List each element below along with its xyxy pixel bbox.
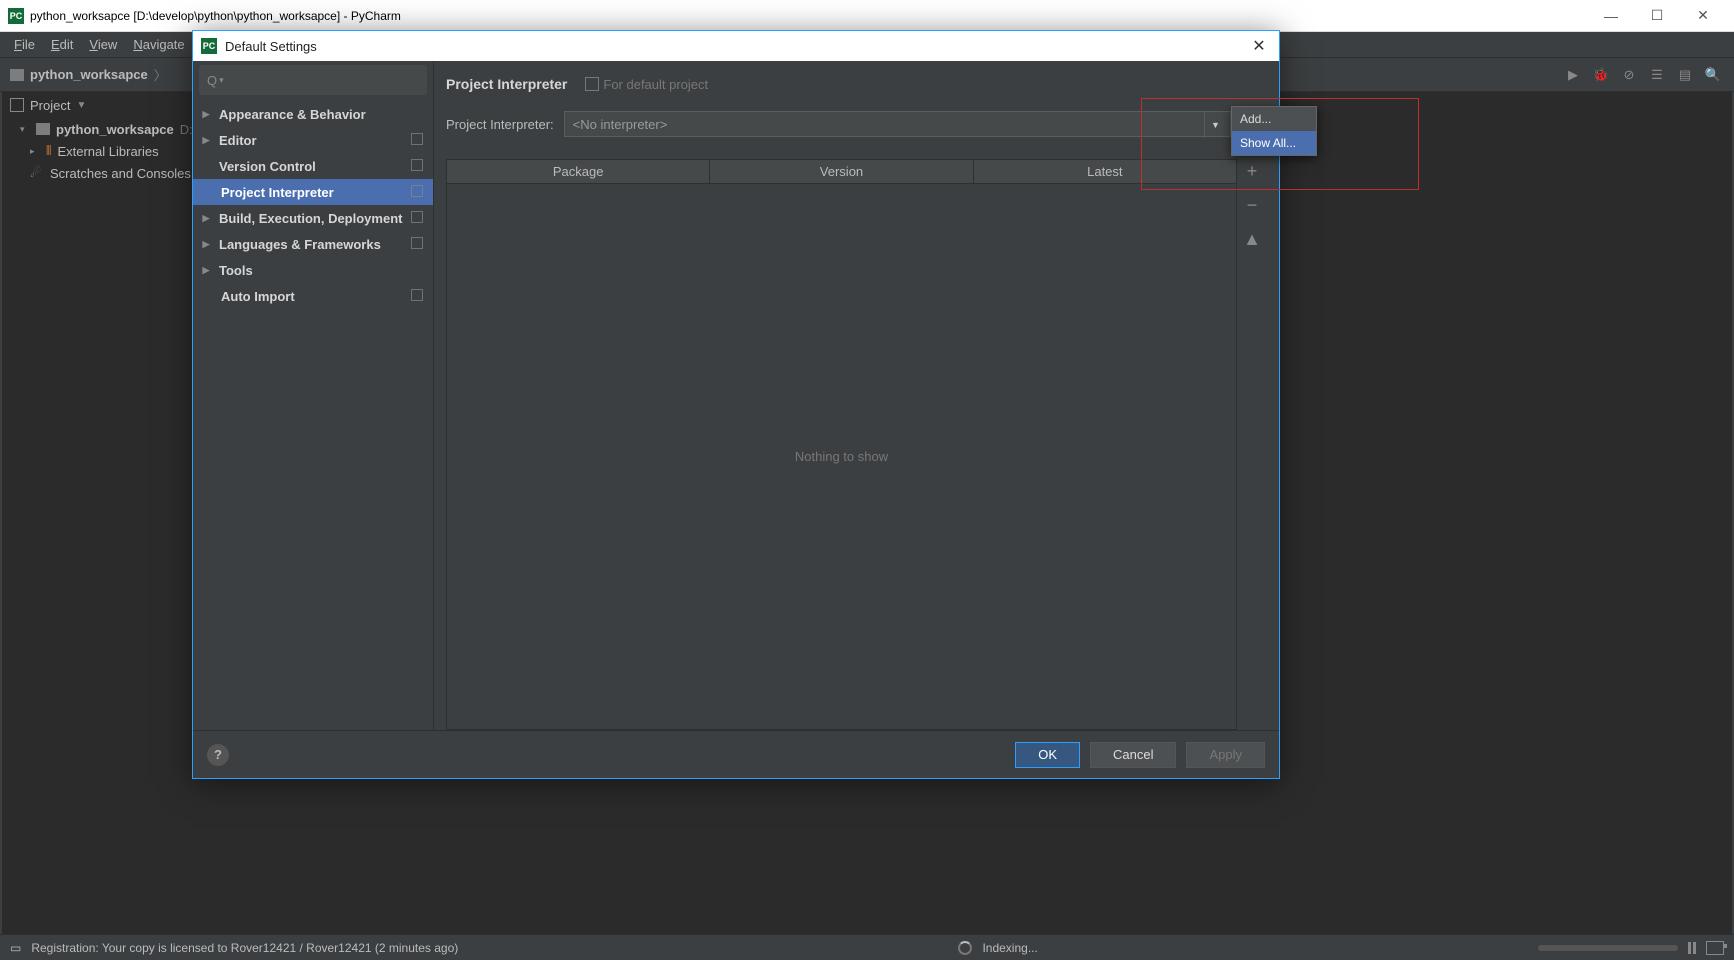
progress-track	[1538, 945, 1678, 951]
help-button[interactable]: ?	[207, 744, 229, 766]
project-root[interactable]: ▾ python_worksapce D:\	[2, 118, 212, 140]
packages-table: Package Version Latest Nothing to show	[446, 159, 1237, 730]
cancel-button[interactable]: Cancel	[1090, 742, 1176, 768]
folder-icon	[36, 123, 50, 135]
window-titlebar: PC python_worksapce [D:\develop\python\p…	[0, 0, 1734, 32]
statusbar-text-icon[interactable]: ▭	[10, 941, 21, 955]
dialog-footer: ? OK Cancel Apply	[193, 730, 1279, 778]
breadcrumb-label: python_worksapce	[30, 67, 148, 82]
copy-icon	[411, 237, 423, 249]
external-libraries[interactable]: ▸ ⫴ External Libraries	[2, 140, 212, 162]
chevron-right-icon: ▶	[201, 265, 211, 276]
chevron-right-icon: 〉	[154, 65, 167, 84]
gear-menu-add[interactable]: Add...	[1232, 107, 1316, 131]
layout2-icon[interactable]: ▤	[1674, 64, 1696, 86]
project-tree: ▾ python_worksapce D:\ ▸ ⫴ External Libr…	[2, 118, 212, 184]
col-latest[interactable]: Latest	[974, 160, 1236, 183]
status-bar: ▭ Registration: Your copy is licensed to…	[0, 934, 1734, 960]
settings-content: Project Interpreter For default project …	[434, 61, 1279, 730]
library-icon: ⫴	[46, 143, 51, 159]
breadcrumb[interactable]: python_worksapce 〉	[10, 65, 167, 84]
reset-icon[interactable]	[585, 77, 599, 91]
settings-tools[interactable]: ▶Tools	[193, 257, 433, 283]
settings-project-interpreter[interactable]: Project Interpreter	[193, 179, 433, 205]
run-icon[interactable]: ▶	[1562, 64, 1584, 86]
project-root-label: python_worksapce	[56, 122, 174, 137]
minimize-button[interactable]: —	[1588, 0, 1634, 32]
packages-empty: Nothing to show	[447, 184, 1236, 729]
menu-view[interactable]: View	[81, 34, 125, 55]
scratch-icon: ☄	[30, 165, 44, 181]
menu-edit[interactable]: Edit	[43, 34, 81, 55]
project-tool-header[interactable]: Project ▼	[2, 92, 188, 118]
chevron-right-icon: ▶	[201, 135, 211, 146]
pycharm-icon: PC	[201, 38, 217, 54]
memory-indicator-icon[interactable]	[1706, 941, 1724, 955]
pause-button[interactable]	[1688, 942, 1696, 954]
interpreter-value: <No interpreter>	[573, 117, 668, 132]
settings-auto-import[interactable]: Auto Import	[193, 283, 433, 309]
copy-icon	[411, 159, 423, 171]
interpreter-select[interactable]: <No interpreter> ▼	[564, 111, 1231, 137]
search-everywhere-icon[interactable]: 🔍	[1702, 64, 1724, 86]
folder-icon	[10, 69, 24, 81]
project-tool-label: Project	[30, 98, 70, 113]
col-version[interactable]: Version	[710, 160, 973, 183]
scratches-consoles[interactable]: ☄ Scratches and Consoles	[2, 162, 212, 184]
gear-menu-show-all[interactable]: Show All...	[1232, 131, 1316, 155]
menu-file[interactable]: File	[6, 34, 43, 55]
chevron-down-icon[interactable]: ▼	[76, 100, 86, 111]
dialog-title: Default Settings	[225, 39, 1247, 54]
maximize-button[interactable]: ☐	[1634, 0, 1680, 32]
packages-side-toolbar: + − ▲	[1237, 159, 1267, 730]
menu-navigate[interactable]: Navigate	[125, 34, 192, 55]
chevron-right-icon: ▸	[30, 146, 40, 157]
content-title: Project Interpreter	[446, 76, 567, 92]
dialog-close-button[interactable]: ✕	[1247, 34, 1271, 58]
close-button[interactable]: ✕	[1680, 0, 1726, 32]
settings-sidebar: Q▾ ▶Appearance & Behavior ▶Editor Versio…	[193, 61, 434, 730]
settings-build[interactable]: ▶Build, Execution, Deployment	[193, 205, 433, 231]
dialog-titlebar: PC Default Settings ✕	[193, 31, 1279, 61]
copy-icon	[411, 289, 423, 301]
status-registration: Registration: Your copy is licensed to R…	[31, 941, 458, 955]
interpreter-label: Project Interpreter:	[446, 117, 554, 132]
chevron-right-icon: ▶	[201, 239, 211, 250]
project-tool-icon	[10, 98, 24, 112]
external-libraries-label: External Libraries	[57, 144, 158, 159]
pycharm-icon: PC	[8, 8, 24, 24]
settings-search[interactable]: Q▾	[199, 65, 427, 95]
spinner-icon	[958, 941, 972, 955]
interpreter-gear-menu: Add... Show All...	[1231, 106, 1317, 156]
ok-button[interactable]: OK	[1015, 742, 1080, 768]
chevron-down-icon: ▾	[219, 75, 224, 86]
layout-icon[interactable]: ☰	[1646, 64, 1668, 86]
status-indexing: Indexing...	[982, 941, 1037, 955]
copy-icon	[411, 133, 423, 145]
chevron-down-icon[interactable]: ▼	[1204, 112, 1226, 138]
apply-button[interactable]: Apply	[1186, 742, 1265, 768]
window-title: python_worksapce [D:\develop\python\pyth…	[30, 9, 1588, 23]
search-icon: Q	[207, 73, 217, 88]
settings-editor[interactable]: ▶Editor	[193, 127, 433, 153]
chevron-down-icon: ▾	[20, 124, 30, 135]
default-settings-dialog: PC Default Settings ✕ Q▾ ▶Appearance & B…	[192, 30, 1280, 779]
copy-icon	[411, 211, 423, 223]
window-controls: — ☐ ✕	[1588, 0, 1726, 32]
debug-icon[interactable]: 🐞	[1590, 64, 1612, 86]
settings-languages[interactable]: ▶Languages & Frameworks	[193, 231, 433, 257]
copy-icon	[411, 185, 423, 197]
col-package[interactable]: Package	[447, 160, 710, 183]
chevron-right-icon: ▶	[201, 109, 211, 120]
stop-icon[interactable]: ⊘	[1618, 64, 1640, 86]
chevron-right-icon: ▶	[201, 213, 211, 224]
settings-appearance[interactable]: ▶Appearance & Behavior	[193, 101, 433, 127]
remove-package-button[interactable]: −	[1242, 195, 1262, 215]
upgrade-package-button[interactable]: ▲	[1242, 229, 1262, 249]
add-package-button[interactable]: +	[1242, 161, 1262, 181]
scratches-label: Scratches and Consoles	[50, 166, 191, 181]
content-hint: For default project	[603, 77, 708, 92]
settings-vcs[interactable]: Version Control	[193, 153, 433, 179]
